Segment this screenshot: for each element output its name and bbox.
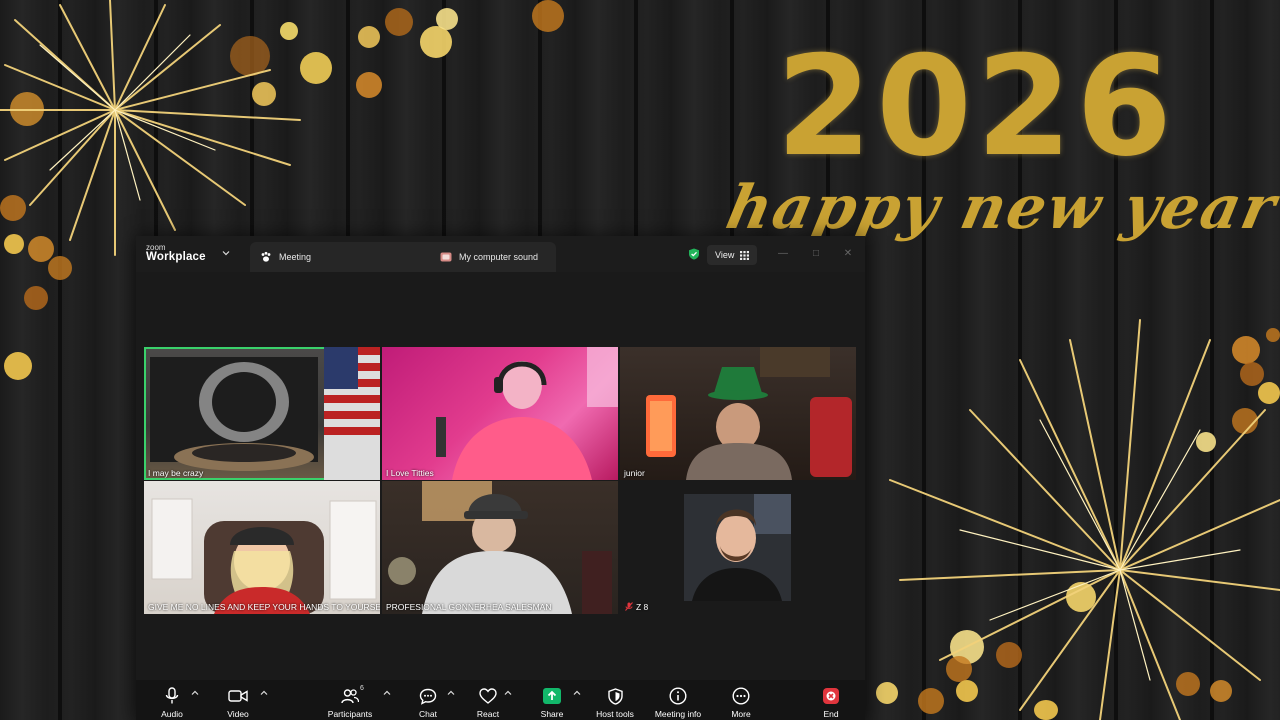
muted-mic-icon <box>625 602 633 611</box>
host-tools-label: Host tools <box>596 709 634 719</box>
bokeh-light <box>24 286 48 310</box>
zoom-workplace-menu[interactable]: zoom Workplace <box>136 236 256 272</box>
participants-options-chevron-icon[interactable] <box>383 690 391 696</box>
participant-video-tile[interactable]: junior <box>620 347 856 480</box>
close-icon[interactable]: ✕ <box>843 249 853 259</box>
bokeh-light <box>358 26 380 48</box>
share-label: Share <box>540 709 564 719</box>
video-feed-person-headphones <box>436 347 618 480</box>
zoom-meeting-window: zoom Workplace Meeting My computer sound <box>136 236 865 720</box>
chat-bubble-icon <box>419 688 437 705</box>
zoom-logo: zoom Workplace <box>146 244 206 264</box>
new-year-greeting: happy new year <box>720 173 1280 243</box>
tab-computer-sound[interactable]: My computer sound <box>436 242 538 272</box>
firework-bottom-right <box>889 319 1280 720</box>
info-icon <box>669 687 687 705</box>
participants-label: Participants <box>327 709 373 719</box>
meeting-info-label: Meeting info <box>654 709 702 719</box>
participant-name: PROFESIONAL GONNERHEA SALESMAN <box>386 602 552 612</box>
speaker-share-icon <box>440 252 452 262</box>
more-label: More <box>731 709 751 719</box>
view-button[interactable]: View <box>707 245 758 265</box>
logo-large-text: Workplace <box>146 251 206 264</box>
participant-video-tile[interactable]: GIVE ME NO LINES AND KEEP YOUR HANDS TO … <box>144 481 380 614</box>
video-feed-flags <box>150 347 380 480</box>
chat-options-chevron-icon[interactable] <box>447 690 455 696</box>
react-label: React <box>476 709 500 719</box>
audio-label: Audio <box>161 709 183 719</box>
end-label: End <box>823 709 839 719</box>
meeting-info-button[interactable]: Meeting info <box>648 686 708 719</box>
bokeh-light <box>420 26 452 58</box>
grid-icon <box>740 250 750 260</box>
maximize-icon[interactable]: □ <box>811 249 821 259</box>
participant-video-tile[interactable]: I Love Titties <box>382 347 618 480</box>
more-button[interactable]: More <box>711 686 771 719</box>
shield-icon <box>607 687 623 705</box>
tab-computer-sound-label: My computer sound <box>459 252 539 262</box>
participants-icon <box>341 689 359 704</box>
participant-name: Z 8 <box>636 602 649 612</box>
share-screen-icon <box>543 688 561 704</box>
heart-icon <box>479 688 497 704</box>
end-call-icon <box>823 688 839 704</box>
bokeh-light <box>356 72 382 98</box>
chevron-down-icon <box>222 251 230 256</box>
participant-video-tile[interactable]: Z 8 <box>620 481 856 614</box>
video-feed-person-cap <box>151 498 377 614</box>
bokeh-light <box>4 352 32 380</box>
host-tools-button[interactable]: Host tools <box>585 686 645 719</box>
participant-name: GIVE ME NO LINES AND KEEP YOUR HANDS TO … <box>148 602 380 612</box>
video-gallery: I may be crazy I Love Titties junior GIV… <box>136 272 865 680</box>
participant-profile-photo <box>684 494 791 601</box>
participant-video-tile[interactable]: PROFESIONAL GONNERHEA SALESMAN <box>382 481 618 614</box>
participant-count: 6 <box>360 685 364 692</box>
meeting-control-bar: Audio Video 6 Participants Chat React Sh… <box>136 680 865 720</box>
new-year-headline: 2026 <box>776 26 1177 187</box>
video-button[interactable]: Video <box>208 686 268 719</box>
share-options-chevron-icon[interactable] <box>573 690 581 696</box>
video-label: Video <box>227 709 249 719</box>
end-meeting-button[interactable]: End <box>801 686 861 719</box>
video-camera-icon <box>228 690 248 702</box>
tab-meeting-label: Meeting <box>279 252 312 262</box>
view-button-label: View <box>715 250 735 260</box>
participant-video-tile[interactable]: I may be crazy <box>144 347 380 480</box>
chat-label: Chat <box>419 709 437 719</box>
participant-name: I may be crazy <box>148 468 204 478</box>
participant-name: junior <box>624 468 645 478</box>
paw-icon <box>261 251 271 262</box>
encryption-shield-icon[interactable] <box>688 248 700 260</box>
firework-top-left <box>0 0 301 256</box>
react-options-chevron-icon[interactable] <box>504 690 512 696</box>
participants-button[interactable]: 6 Participants <box>320 685 380 719</box>
video-options-chevron-icon[interactable] <box>260 690 268 696</box>
minimize-icon[interactable]: — <box>778 249 788 259</box>
video-feed-person-hat-dark <box>388 481 612 614</box>
more-dots-icon <box>732 687 750 705</box>
bokeh-light <box>436 8 458 30</box>
audio-options-chevron-icon[interactable] <box>191 690 199 696</box>
bokeh-light <box>532 0 564 32</box>
bokeh-light <box>385 8 413 36</box>
microphone-icon <box>165 687 179 704</box>
profile-photo-image <box>684 494 791 601</box>
video-feed-person-hat <box>646 347 852 480</box>
participant-name: I Love Titties <box>386 468 434 478</box>
window-titlebar: zoom Workplace Meeting My computer sound <box>136 236 865 272</box>
